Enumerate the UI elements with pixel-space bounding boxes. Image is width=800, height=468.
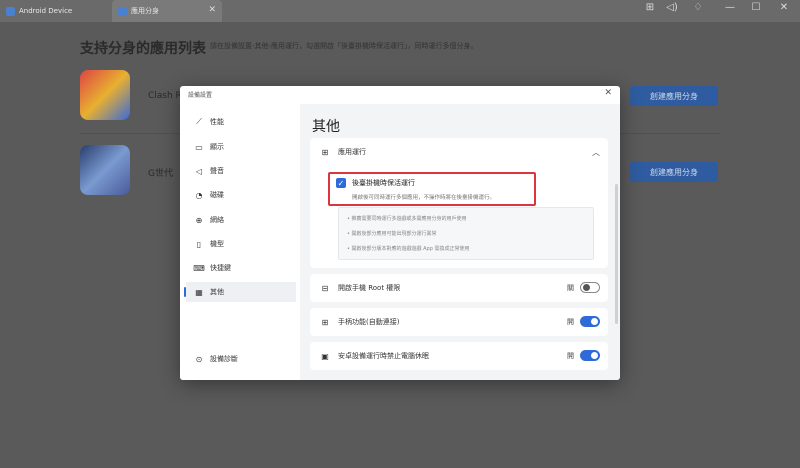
gamepad-setting-card: ⊞ 手柄功能(自動連接) 開 [310,308,608,336]
app-logo-icon [6,6,15,16]
keep-alive-info-box: • 推薦需要同時運行多遊戲或多開應用分身的用戶使用 • 開啟後部分應用可能出現部… [338,207,594,260]
app-logo-icon [118,6,127,16]
info-line: • 開啟後部分版本對應的遊戲遊戲 App 需換成正常使用 [347,246,470,252]
settings-content: 其他 ⊞ 應用運行 ︿ ✓ 後臺掛機時保活運行 開啟後可同時運行多個應用，不操作… [300,104,620,380]
tab-app-clone[interactable]: 應用分身 ✕ [112,0,222,22]
tab-android-device[interactable]: Android Device [0,0,110,22]
app-icon-g-generation [80,145,130,195]
app-name: G世代 [148,169,173,179]
prevent-sleep-label: 安卓設備運行時禁止電腦休眠 [338,352,429,360]
sidebar-item-label: 聲音 [210,167,224,175]
disk-icon: ◔ [195,190,203,200]
network-icon: ⊕ [195,215,203,225]
toggle-state-label: 關 [567,284,574,292]
phone-icon: ▯ [196,239,202,249]
dialog-title: 設備設置 [188,92,213,99]
close-window-button[interactable]: ✕ [776,2,792,13]
gamepad-setting-row: ⊞ 手柄功能(自動連接) [310,308,608,336]
maximize-button[interactable]: ☐ [748,2,764,13]
keyboard-icon: ⌨ [193,263,205,273]
toggle-knob [591,352,598,359]
chevron-up-icon[interactable]: ︿ [592,147,600,158]
gamepad-setting-label: 手柄功能(自動連接) [338,318,400,326]
sidebar-item-label: 其他 [210,288,224,296]
sidebar-item-label: 顯示 [210,143,224,151]
diagnostics-icon: ⊙ [195,354,203,364]
close-tab-icon[interactable]: ✕ [208,5,216,15]
toggle-state-label: 開 [567,352,574,360]
page-title: 支持分身的應用列表 [80,41,206,57]
display-icon: ▭ [195,142,203,152]
sidebar-item-sound[interactable]: ◁ 聲音 [186,161,296,181]
sidebar-item-label: 機型 [210,240,224,248]
page-subtitle: 請在設備設置-其他-應用運行，勾選開啟「後臺掛機時保活運行」，同時運行多個分身。 [210,42,478,50]
sidebar-item-label: 性能 [210,118,224,126]
keep-alive-description: 開啟後可同時運行多個應用，不操作時將在後臺掛機運行。 [352,195,496,201]
performance-icon: ⟋ [196,117,202,126]
root-setting-label: 開啟手機 Root 權限 [338,284,401,292]
info-line: • 推薦需要同時運行多遊戲或多開應用分身的用戶使用 [347,216,467,222]
sidebar-item-label: 磁碟 [210,191,224,199]
apps-icon: ⊞ [321,147,329,157]
app-icon-clash [80,70,130,120]
close-icon[interactable]: ✕ [604,88,612,98]
settings-icon[interactable]: ♢ [690,2,706,13]
monitor-icon: ▣ [321,351,329,361]
root-setting-card: ⊟ 開啟手機 Root 權限 關 [310,274,608,302]
device-settings-dialog: 設備設置 ✕ ⟋ 性能 ▭ 顯示 ◁ 聲音 ◔ 磁碟 ⊕ 網絡 ▯ 機型 ⌨ 快 [180,86,620,380]
info-line: • 開啟後部分應用可能出現部分運行異常 [347,231,437,237]
dialog-header: 設備設置 ✕ [180,86,620,104]
root-setting-row: ⊟ 開啟手機 Root 權限 [310,274,608,302]
prevent-sleep-row: ▣ 安卓設備運行時禁止電腦休眠 [310,342,608,370]
title-bar: Android Device 應用分身 ✕ ⊞ ◁) ♢ — ☐ ✕ [0,0,800,22]
screen-icon[interactable]: ⊞ [642,2,658,13]
gamepad-toggle[interactable] [580,316,600,327]
settings-sidebar: ⟋ 性能 ▭ 顯示 ◁ 聲音 ◔ 磁碟 ⊕ 網絡 ▯ 機型 ⌨ 快捷鍵 ▦ 其他 [180,104,298,380]
sidebar-item-disk[interactable]: ◔ 磁碟 [186,185,296,205]
sidebar-item-other[interactable]: ▦ 其他 [184,282,296,302]
app-name: Clash R [148,91,182,101]
grid-icon: ▦ [195,287,203,297]
tab-label: Android Device [19,7,73,15]
toggle-knob [583,284,590,291]
prevent-sleep-card: ▣ 安卓設備運行時禁止電腦休眠 開 [310,342,608,370]
sidebar-item-label: 設備診斷 [210,355,238,363]
app-run-header[interactable]: ⊞ 應用運行 ︿ [310,138,608,166]
sidebar-item-shortcuts[interactable]: ⌨ 快捷鍵 [186,258,296,278]
root-toggle[interactable] [580,282,600,293]
sidebar-item-model[interactable]: ▯ 機型 [186,234,296,254]
sidebar-item-label: 網絡 [210,216,224,224]
keep-alive-checkbox[interactable]: ✓ [336,178,346,188]
root-icon: ⊟ [321,283,329,293]
sidebar-item-network[interactable]: ⊕ 網絡 [186,210,296,230]
app-run-label: 應用運行 [338,148,366,156]
minimize-button[interactable]: — [722,2,738,13]
sound-icon: ◁ [195,166,203,176]
sidebar-item-performance[interactable]: ⟋ 性能 [186,112,296,132]
sidebar-item-diagnostics[interactable]: ⊙ 設備診斷 [186,349,296,369]
section-title: 其他 [312,119,340,135]
gamepad-icon: ⊞ [321,317,329,327]
tab-label: 應用分身 [131,7,159,15]
create-clone-button[interactable]: 創建應用分身 [630,162,718,182]
prevent-sleep-toggle[interactable] [580,350,600,361]
app-run-card: ⊞ 應用運行 ︿ ✓ 後臺掛機時保活運行 開啟後可同時運行多個應用，不操作時將在… [310,138,608,268]
sidebar-item-display[interactable]: ▭ 顯示 [186,137,296,157]
keep-alive-label: 後臺掛機時保活運行 [352,179,415,187]
scrollbar[interactable] [615,184,618,324]
create-clone-button[interactable]: 創建應用分身 [630,86,718,106]
sidebar-item-label: 快捷鍵 [210,264,231,272]
toggle-knob [591,318,598,325]
volume-icon[interactable]: ◁) [664,2,680,13]
toggle-state-label: 開 [567,318,574,326]
